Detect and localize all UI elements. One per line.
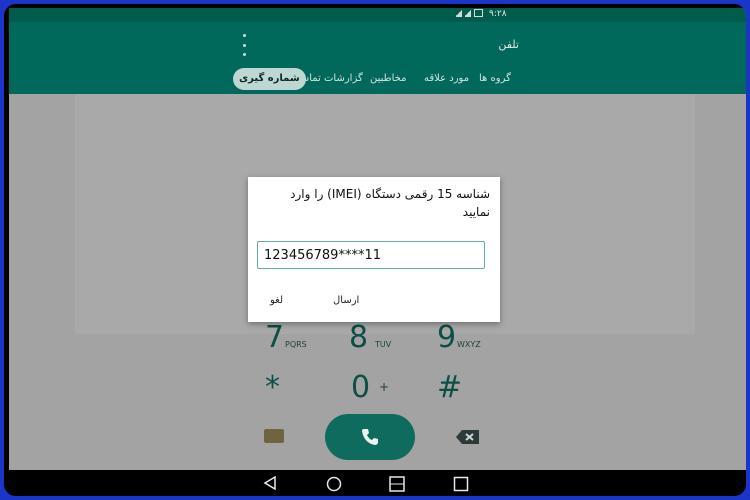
tab-favorites[interactable]: مورد علاقه <box>424 68 469 90</box>
imei-input[interactable] <box>257 241 485 269</box>
dial-key-9[interactable]: 9 WXYZ <box>437 320 481 355</box>
dialog-prompt: شناسه 15 رقمی دستگاه (IMEI) را وارد نمای… <box>290 187 490 219</box>
message-icon[interactable] <box>264 429 284 443</box>
status-bar: ۹:۲۸ <box>9 8 746 22</box>
status-icons <box>456 9 483 17</box>
tab-bar: گروه ها مورد علاقه مخاطبین گزارشات تماس … <box>229 68 519 92</box>
recent-apps-icon[interactable] <box>453 476 469 492</box>
dual-window-icon[interactable] <box>389 476 405 492</box>
dial-key-hash[interactable]: # <box>437 370 462 405</box>
navigation-bar <box>4 470 746 496</box>
back-icon[interactable] <box>263 476 277 490</box>
app-title: تلفن <box>498 38 519 51</box>
send-button[interactable]: ارسال <box>333 295 359 306</box>
overflow-menu-icon[interactable] <box>241 34 247 56</box>
dial-key-7[interactable]: 7 PQRS <box>265 320 307 355</box>
device-frame: ۹:۲۸ تلفن گروه ها مورد علاقه مخاطبین گزا… <box>4 4 746 496</box>
tab-call-log[interactable]: گزارشات تماس <box>297 68 363 90</box>
tab-groups[interactable]: گروه ها <box>479 68 511 90</box>
phone-screen: ۹:۲۸ تلفن گروه ها مورد علاقه مخاطبین گزا… <box>9 8 746 470</box>
tab-dialer[interactable]: شماره گیری <box>233 68 306 90</box>
phone-icon <box>362 429 378 445</box>
home-icon[interactable] <box>326 476 342 492</box>
battery-icon <box>474 9 483 17</box>
tab-contacts[interactable]: مخاطبین <box>370 68 406 90</box>
dial-key-star[interactable]: * <box>265 370 280 405</box>
imei-dialog: شناسه 15 رقمی دستگاه (IMEI) را وارد نمای… <box>248 177 500 322</box>
dial-key-0[interactable]: 0 + <box>351 370 389 405</box>
cancel-button[interactable]: لغو <box>270 295 283 306</box>
backspace-icon[interactable] <box>455 429 481 445</box>
wifi-icon <box>465 9 471 17</box>
status-time: ۹:۲۸ <box>489 9 507 19</box>
signal-icon <box>456 9 462 17</box>
app-bar: تلفن گروه ها مورد علاقه مخاطبین گزارشات … <box>9 22 746 94</box>
call-button[interactable] <box>325 414 415 460</box>
dial-key-8[interactable]: 8 TUV <box>349 320 391 355</box>
